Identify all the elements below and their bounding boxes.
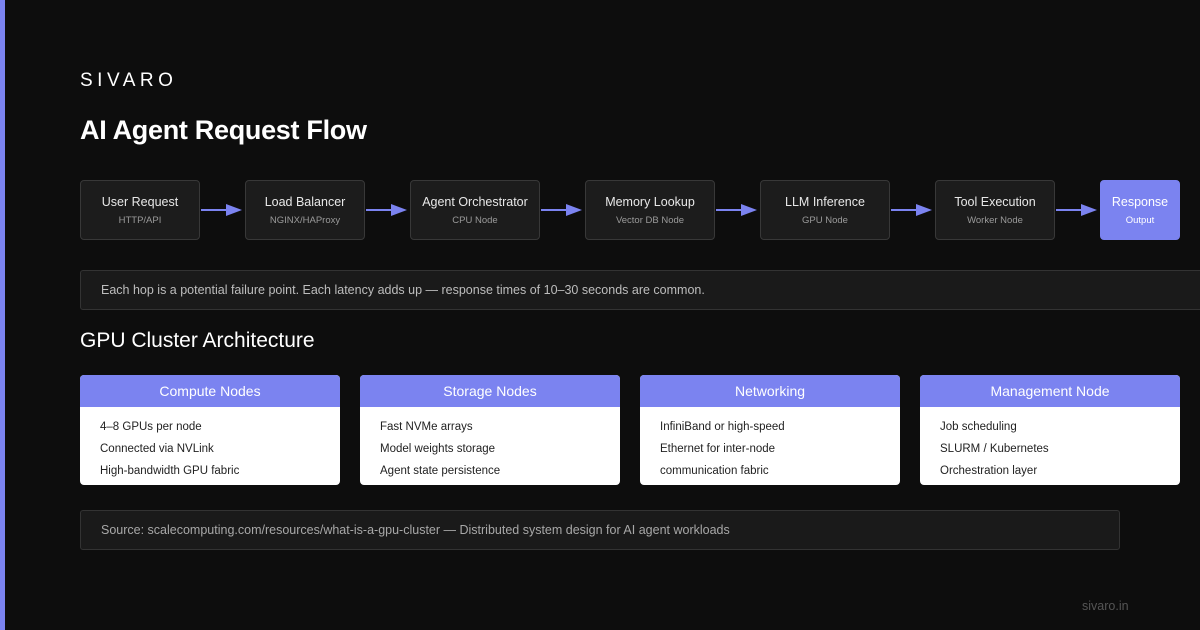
card-item: High-bandwidth GPU fabric [100, 465, 240, 477]
card-item: Ethernet for inter-node [660, 443, 776, 455]
flow-arrow-icon [366, 204, 407, 216]
latency-note: Each hop is a potential failure point. E… [80, 270, 1200, 310]
card-list: Fast NVMe arrays Model weights storage A… [360, 407, 620, 482]
source-citation: Source: scalecomputing.com/resources/wha… [80, 510, 1120, 550]
flow-step-name: Load Balancer [264, 194, 346, 209]
flow-step-sub: CPU Node [452, 214, 498, 226]
card-compute-nodes: Compute Nodes 4–8 GPUs per node Connecte… [80, 375, 340, 485]
card-header: Storage Nodes [360, 375, 620, 407]
card-item: Agent state persistence [380, 465, 501, 477]
card-list: 4–8 GPUs per node Connected via NVLink H… [80, 407, 340, 482]
flow-step-user-request: User Request HTTP/API [80, 180, 200, 240]
flow-step-name: Memory Lookup [605, 194, 695, 209]
flow-arrow-icon [891, 204, 932, 216]
flow-arrow-icon [716, 204, 757, 216]
flow-step-memory-lookup: Memory Lookup Vector DB Node [585, 180, 715, 240]
flow-step-name: LLM Inference [785, 194, 865, 209]
flow-step-llm-inference: LLM Inference GPU Node [760, 180, 890, 240]
card-header: Compute Nodes [80, 375, 340, 407]
card-header: Management Node [920, 375, 1180, 407]
card-item: Fast NVMe arrays [380, 421, 473, 433]
flow-step-response: Response Output [1100, 180, 1180, 240]
flow-step-sub: Worker Node [967, 214, 1023, 226]
card-item: 4–8 GPUs per node [100, 421, 202, 433]
flow-step-name: Tool Execution [954, 194, 1036, 209]
page-title: AI Agent Request Flow [80, 115, 367, 145]
card-storage-nodes: Storage Nodes Fast NVMe arrays Model wei… [360, 375, 620, 485]
flow-step-sub: GPU Node [802, 214, 848, 226]
flow-step-tool-execution: Tool Execution Worker Node [935, 180, 1055, 240]
flow-step-agent-orchestrator: Agent Orchestrator CPU Node [410, 180, 540, 240]
section-title: GPU Cluster Architecture [80, 329, 315, 352]
footer-url: sivaro.in [1082, 599, 1129, 613]
flow-step-sub: NGINX/HAProxy [269, 214, 341, 226]
card-item: Orchestration layer [940, 465, 1038, 477]
card-list: Job scheduling SLURM / Kubernetes Orches… [920, 407, 1180, 482]
flow-step-name: Agent Orchestrator [422, 194, 528, 209]
flow-step-sub: Output [1125, 214, 1155, 226]
card-header: Networking [640, 375, 900, 407]
flow-step-name: Response [1111, 194, 1169, 209]
card-management-node: Management Node Job scheduling SLURM / K… [920, 375, 1180, 485]
flow-arrow-icon [541, 204, 582, 216]
brand-logo: SIVARO [80, 70, 178, 91]
flow-step-sub: HTTP/API [118, 214, 162, 226]
flow-arrow-icon [201, 204, 242, 216]
accent-bar [0, 0, 5, 630]
card-item: Connected via NVLink [100, 443, 214, 455]
flow-step-load-balancer: Load Balancer NGINX/HAProxy [245, 180, 365, 240]
card-item: communication fabric [660, 465, 769, 477]
card-networking: Networking InfiniBand or high-speed Ethe… [640, 375, 900, 485]
card-item: Job scheduling [940, 421, 1017, 433]
slide: SIVARO AI Agent Request Flow User Reques… [0, 0, 1200, 630]
card-item: SLURM / Kubernetes [940, 443, 1049, 455]
flow-step-name: User Request [101, 194, 179, 209]
flow-arrow-icon [1056, 204, 1097, 216]
flow-step-sub: Vector DB Node [615, 214, 685, 226]
card-item: InfiniBand or high-speed [660, 421, 785, 433]
card-item: Model weights storage [380, 443, 496, 455]
card-list: InfiniBand or high-speed Ethernet for in… [640, 407, 900, 482]
